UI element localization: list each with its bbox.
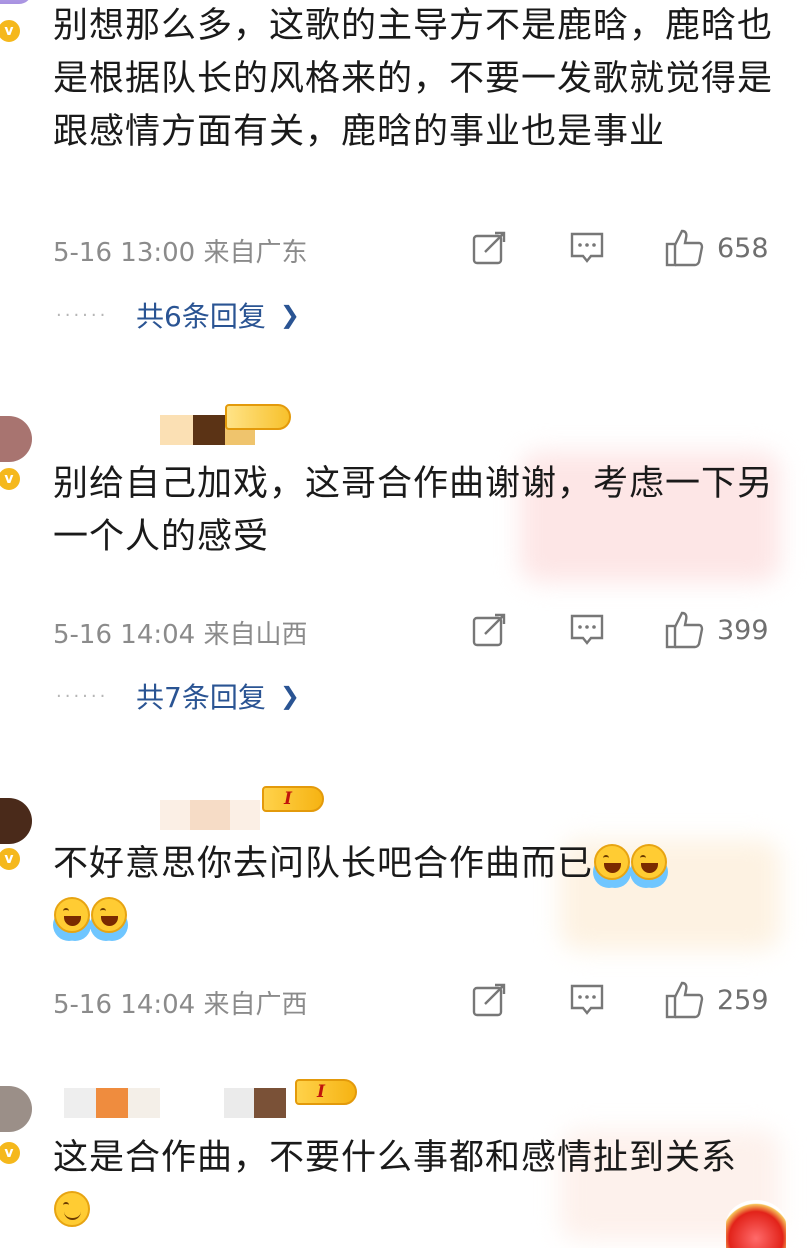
comment-icon: [570, 232, 604, 263]
avatar[interactable]: [0, 0, 32, 4]
share-button[interactable]: [471, 610, 507, 650]
comment-3: v I 不好意思你去问队长吧合作曲而已 5-16 14:04 来自广西 259: [0, 750, 808, 1060]
smile-emoji: [54, 1191, 90, 1227]
thumbs-up-icon: [665, 611, 704, 649]
laughing-tears-emoji: [54, 897, 90, 933]
share-icon: [472, 613, 506, 647]
vip-badge: [726, 1200, 786, 1248]
comment-time: 5-16 14:04: [53, 620, 196, 650]
comment-4: v I 这是合作曲，不要什么事都和感情扯到关系: [0, 1060, 808, 1248]
comment-1: v 别想那么多，这歌的主导方不是鹿晗，鹿晗也是根据队长的风格来的，不要一发歌就觉…: [0, 0, 808, 370]
comment-icon: [570, 614, 604, 645]
laughing-tears-emoji: [631, 844, 668, 880]
like-count: 399: [717, 614, 769, 646]
like-count: 658: [717, 232, 769, 264]
comment-time: 5-16 13:00: [53, 238, 196, 268]
thumbs-up-icon: [665, 229, 704, 267]
comment-location: 来自广东: [203, 238, 308, 268]
comment-text: 这是合作曲，不要什么事都和感情扯到关系: [53, 1138, 738, 1178]
like-button[interactable]: 259: [665, 980, 769, 1020]
share-button[interactable]: [471, 980, 507, 1020]
like-count: 259: [717, 984, 769, 1016]
share-button[interactable]: [471, 228, 507, 268]
view-replies[interactable]: ······ 共6条回复 ❯: [56, 295, 300, 335]
replies-link[interactable]: 共7条回复: [136, 676, 266, 716]
verified-v-icon: v: [0, 1140, 22, 1166]
comment-meta: 5-16 13:00 来自广东 658: [53, 228, 783, 268]
thumbs-up-icon: [665, 981, 704, 1019]
level-badge: I: [295, 1079, 357, 1105]
comment-icon: [570, 984, 604, 1015]
username[interactable]: [64, 1088, 286, 1118]
verified-v-icon: v: [0, 846, 22, 872]
avatar[interactable]: [0, 416, 32, 462]
verified-v-icon: v: [0, 18, 22, 44]
comment-meta: 5-16 14:04 来自广西 259: [53, 980, 783, 1020]
comment-meta: 5-16 14:04 来自山西 399: [53, 610, 783, 650]
avatar[interactable]: [0, 1086, 32, 1132]
like-button[interactable]: 658: [665, 228, 769, 268]
comment-text: 别想那么多，这歌的主导方不是鹿晗，鹿晗也是根据队长的风格来的，不要一发歌就觉得是…: [53, 6, 774, 152]
comment-button[interactable]: [569, 228, 605, 268]
comment-location: 来自广西: [203, 990, 308, 1020]
comment-time: 5-16 14:04: [53, 990, 196, 1020]
view-replies[interactable]: ······ 共7条回复 ❯: [56, 676, 300, 716]
comment-2: v 别给自己加戏，这哥合作曲谢谢，考虑一下另一个人的感受 5-16 14:04 …: [0, 370, 808, 750]
laughing-tears-emoji: [594, 844, 631, 880]
comment-text: 不好意思你去问队长吧合作曲而已: [53, 844, 594, 884]
comment-text: 别给自己加戏，这哥合作曲谢谢，考虑一下另一个人的感受: [53, 464, 774, 557]
laughing-tears-emoji: [91, 897, 127, 933]
username[interactable]: [160, 800, 260, 830]
comment-location: 来自山西: [203, 620, 308, 650]
chevron-right-icon: ❯: [279, 301, 300, 329]
level-badge: [225, 404, 291, 430]
level-badge: I: [262, 786, 324, 812]
share-icon: [472, 231, 506, 265]
like-button[interactable]: 399: [665, 610, 769, 650]
share-icon: [472, 983, 506, 1017]
comment-button[interactable]: [569, 980, 605, 1020]
chevron-right-icon: ❯: [279, 682, 300, 710]
verified-v-icon: v: [0, 466, 22, 492]
replies-link[interactable]: 共6条回复: [136, 295, 266, 335]
comment-button[interactable]: [569, 610, 605, 650]
avatar[interactable]: [0, 798, 32, 844]
